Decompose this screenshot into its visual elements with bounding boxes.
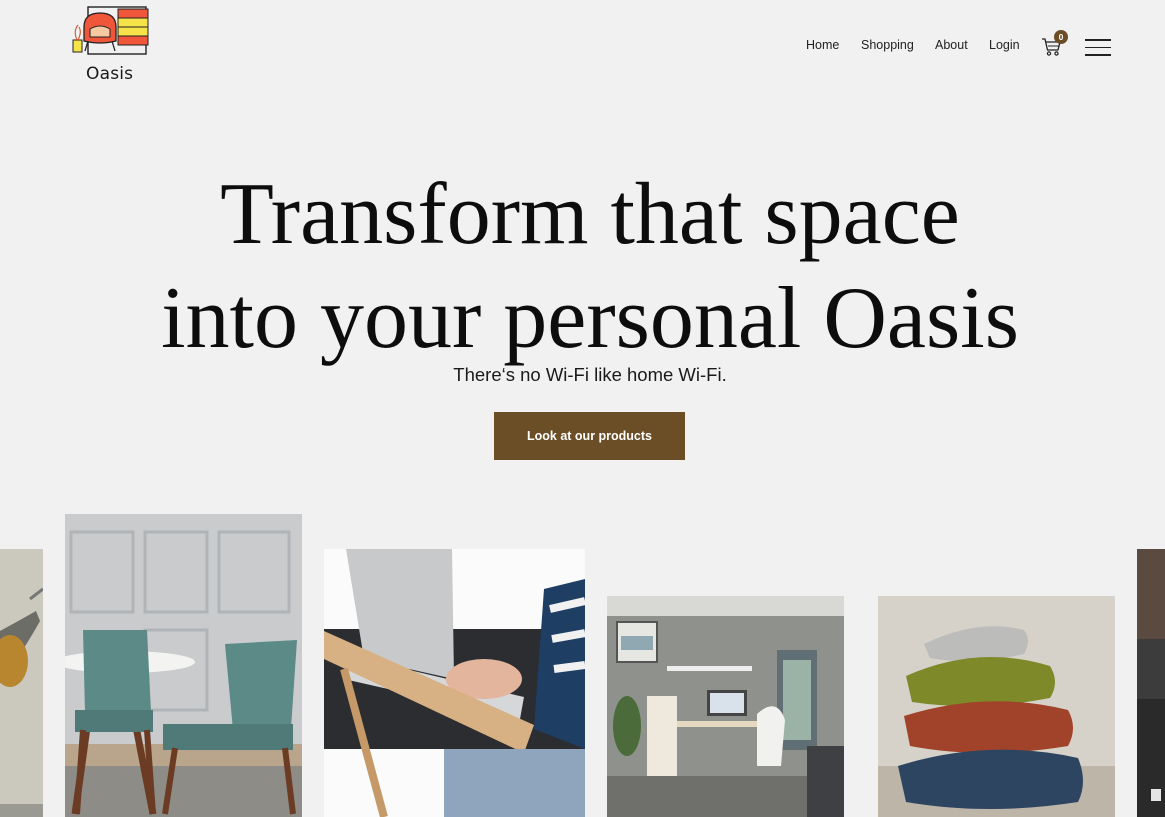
look-at-products-button[interactable]: Look at our products (494, 412, 685, 460)
cart-count-badge: 0 (1054, 30, 1068, 44)
nav-login-link[interactable]: Login (989, 38, 1020, 52)
gallery-card-pillows[interactable] (878, 596, 1115, 817)
nav-about-link[interactable]: About (935, 38, 968, 52)
gallery-card-dark[interactable] (1137, 549, 1165, 817)
brand-logo[interactable]: Oasis (70, 5, 150, 85)
hero-subline: There‘s no Wi-Fi like home Wi-Fi. (453, 364, 727, 385)
stacked-pillows-image (878, 596, 1115, 817)
desk-lamp-image (0, 549, 43, 817)
cart-button[interactable]: 0 (1041, 30, 1071, 58)
armchair-logo-icon (72, 6, 149, 55)
hero-headline-line1: Transform that space (220, 166, 960, 263)
gallery-card-chairs[interactable] (65, 514, 302, 817)
dark-furniture-image (1137, 549, 1165, 817)
home-office-image (607, 596, 844, 817)
gallery-card-laptop[interactable] (324, 549, 585, 817)
gallery-card-lamp[interactable] (0, 549, 43, 817)
gallery-card-office[interactable] (607, 596, 844, 817)
brand-name: Oasis (86, 64, 134, 84)
dining-chairs-image (65, 514, 302, 817)
nav-home-link[interactable]: Home (806, 38, 839, 52)
hero-headline: Transform that space into your personal … (0, 163, 1165, 371)
laptop-tray-image (324, 549, 585, 817)
nav-shopping-link[interactable]: Shopping (861, 38, 914, 52)
hero-headline-line2: into your personal Oasis (161, 270, 1019, 367)
menu-hamburger-icon[interactable] (1085, 39, 1111, 56)
